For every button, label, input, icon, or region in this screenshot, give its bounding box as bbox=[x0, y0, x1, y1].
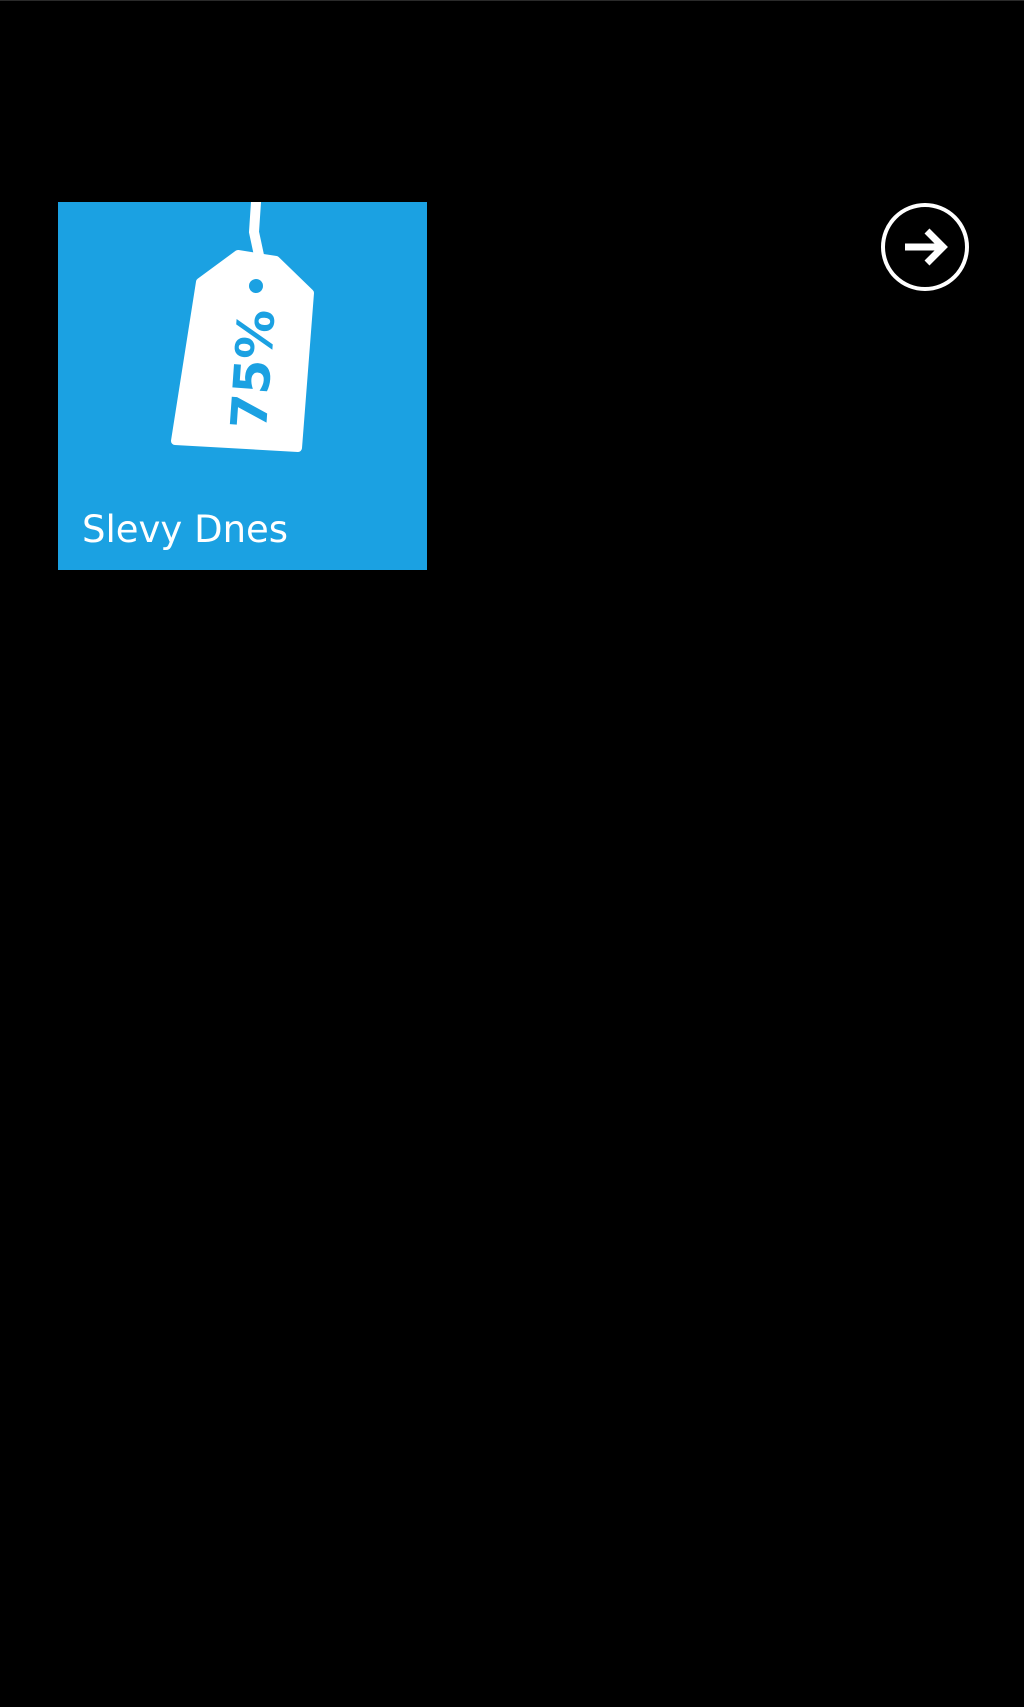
next-button[interactable] bbox=[879, 201, 971, 293]
tile-label: Slevy Dnes bbox=[82, 508, 289, 551]
tag-text: 75% bbox=[220, 307, 286, 430]
start-screen: 75% Slevy Dnes bbox=[0, 0, 1024, 1707]
slevy-dnes-tile[interactable]: 75% Slevy Dnes bbox=[58, 202, 427, 570]
arrow-right-circle-icon bbox=[881, 203, 969, 291]
